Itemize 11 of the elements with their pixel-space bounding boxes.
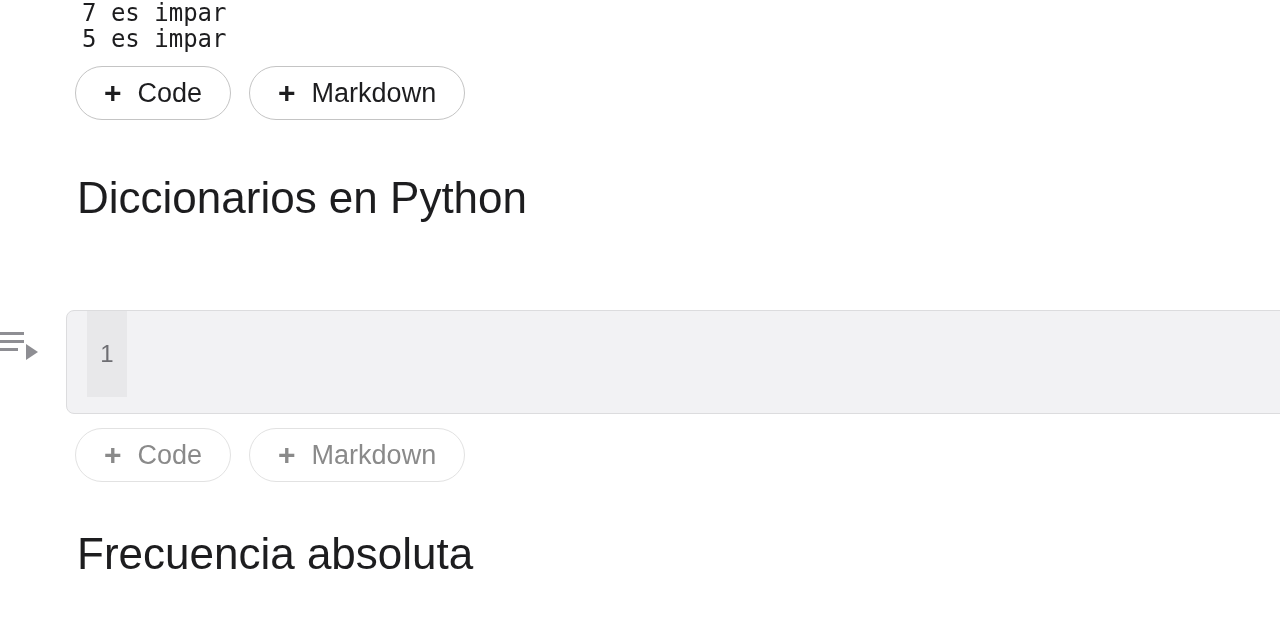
list-play-icon[interactable] <box>0 330 38 362</box>
line-number: 1 <box>100 340 114 368</box>
section-heading: Diccionarios en Python <box>77 172 527 224</box>
add-cell-button[interactable]: + Code <box>75 66 232 120</box>
output-line: 5 es impar <box>82 26 227 52</box>
code-cell[interactable]: 1 <box>66 310 1280 414</box>
section-heading: Frecuencia absoluta <box>77 528 474 580</box>
add-cell-button[interactable]: + Code <box>75 428 232 482</box>
add-cell-button[interactable]: + Markdown <box>249 428 466 482</box>
add-cell-button[interactable]: + Markdown <box>249 66 466 120</box>
output-line: 7 es impar <box>82 0 227 26</box>
